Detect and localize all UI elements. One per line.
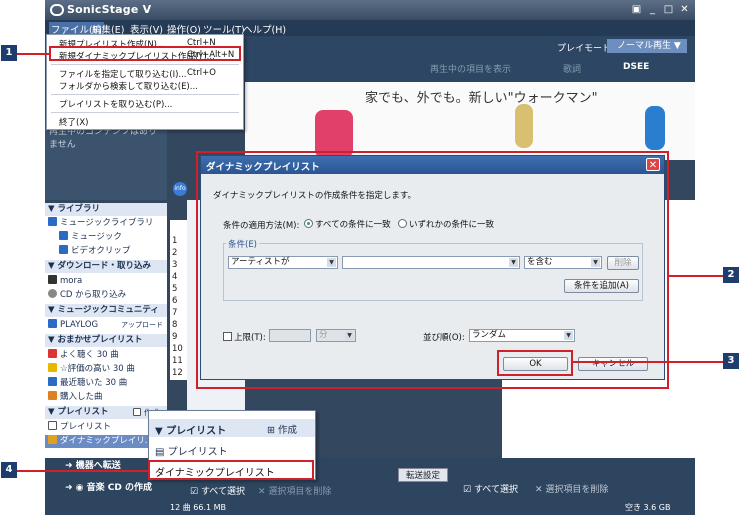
walkman-blue-image bbox=[645, 106, 665, 150]
popup-create-button[interactable]: ⊞ 作成 bbox=[267, 422, 297, 436]
maximize-button[interactable]: □ bbox=[662, 3, 675, 16]
mini-mode-icon[interactable]: ▣ bbox=[630, 3, 643, 16]
track-number: 2 bbox=[172, 248, 178, 258]
star-icon bbox=[48, 363, 57, 372]
show-playing-item-button[interactable]: 再生中の項目を表示 bbox=[430, 62, 511, 75]
title-bar: SonicStage V ▣ _ □ ✕ bbox=[45, 0, 695, 20]
playmode-value: ノーマル再生 bbox=[617, 41, 672, 51]
highlight-box-3 bbox=[497, 350, 573, 376]
playmode-select[interactable]: ノーマル再生 ▼ bbox=[607, 39, 687, 53]
track-number: 4 bbox=[172, 272, 178, 282]
playmode-label: プレイモード bbox=[557, 44, 612, 54]
sidebar-item-video[interactable]: ビデオクリップ bbox=[59, 245, 130, 258]
select-all-left-button[interactable]: ☑ すべて選択 bbox=[190, 484, 245, 497]
menu-item-exit[interactable]: 終了(X) bbox=[59, 116, 88, 128]
section-download[interactable]: ▼ ダウンロード・取り込み bbox=[45, 260, 167, 273]
highlight-box-2 bbox=[196, 151, 669, 389]
highlight-box-1 bbox=[49, 46, 241, 61]
sidebar-item-top-rated[interactable]: ☆評価の高い 30 曲 bbox=[48, 363, 135, 376]
menu-item-import-file[interactable]: ファイルを指定して取り込む(I)... bbox=[59, 68, 187, 80]
track-number: 5 bbox=[172, 284, 178, 294]
track-number: 11 bbox=[172, 356, 183, 366]
track-number-list: 1 2 3 4 5 6 7 8 9 10 11 12 bbox=[170, 220, 187, 380]
cd-icon bbox=[48, 289, 57, 298]
callout-2: 2 bbox=[723, 267, 739, 283]
callout-line-2 bbox=[669, 275, 723, 277]
track-number: 10 bbox=[172, 344, 183, 354]
upload-button[interactable]: アップロード bbox=[121, 319, 163, 332]
status-right: 空き 3.6 GB bbox=[625, 503, 671, 512]
select-all-right-button[interactable]: ☑ すべて選択 bbox=[463, 482, 518, 495]
dynamic-playlist-icon bbox=[48, 435, 57, 444]
app-title: SonicStage V bbox=[67, 3, 152, 16]
menu-item-import-playlist[interactable]: プレイリストを取り込む(P)... bbox=[59, 98, 172, 110]
track-number: 1 bbox=[172, 236, 178, 246]
sidebar-item-music[interactable]: ミュージック bbox=[59, 231, 122, 244]
popup-playlist-item[interactable]: ▤ プレイリスト bbox=[155, 443, 228, 458]
track-number: 9 bbox=[172, 332, 178, 342]
heart-icon bbox=[48, 349, 57, 358]
status-left: 12 曲 66.1 MB bbox=[170, 503, 227, 512]
section-omakase[interactable]: ▼ おまかせプレイリスト bbox=[45, 334, 167, 347]
track-number: 8 bbox=[172, 320, 178, 330]
menu-separator bbox=[51, 64, 239, 65]
music-note-icon bbox=[48, 217, 57, 226]
menu-separator bbox=[51, 112, 239, 113]
info-icon[interactable]: info bbox=[173, 182, 187, 196]
delete-selected-left-button[interactable]: ✕ 選択項目を削除 bbox=[258, 484, 331, 497]
new-playlist-icon bbox=[133, 408, 141, 416]
clock-icon bbox=[48, 377, 57, 386]
track-number: 7 bbox=[172, 308, 178, 318]
mora-icon bbox=[48, 275, 57, 284]
toolbar: プレイモード ノーマル再生 ▼ 再生中の項目を表示 歌詞 DSEE bbox=[245, 36, 695, 82]
transfer-settings-button[interactable]: 転送設定 bbox=[398, 468, 448, 482]
video-icon bbox=[59, 245, 68, 254]
callout-line-4 bbox=[17, 470, 148, 472]
lyrics-button[interactable]: 歌詞 bbox=[563, 62, 581, 75]
sidebar-item-cd-import[interactable]: CD から取り込み bbox=[48, 289, 126, 302]
menu-separator bbox=[51, 94, 239, 95]
delete-selected-right-button[interactable]: ✕ 選択項目を削除 bbox=[535, 482, 608, 495]
callout-3: 3 bbox=[723, 353, 739, 369]
highlight-box-4 bbox=[148, 460, 314, 480]
minimize-button[interactable]: _ bbox=[646, 3, 659, 16]
sonicstage-logo-icon bbox=[50, 4, 64, 16]
sidebar-item-recent[interactable]: 最近聴いた 30 曲 bbox=[48, 377, 127, 390]
sidebar-item-playlist[interactable]: プレイリスト bbox=[48, 421, 111, 434]
menu-help[interactable]: ヘルプ(H) bbox=[243, 22, 286, 36]
bottom-bar: ➜ 機器へ転送 ➜ ◉ 音楽 CD の作成 ☑ すべて選択 ✕ 選択項目を削除 … bbox=[45, 458, 695, 515]
menu-item-import-folder[interactable]: フォルダから検索して取り込む(E)... bbox=[59, 80, 198, 92]
section-community[interactable]: ▼ ミュージックコミュニティ bbox=[45, 304, 167, 317]
callout-1: 1 bbox=[1, 45, 17, 61]
sidebar-item-purchased[interactable]: 購入した曲 bbox=[48, 391, 103, 404]
create-audio-cd-button[interactable]: ➜ ◉ 音楽 CD の作成 bbox=[65, 480, 152, 493]
callout-line-1 bbox=[17, 53, 49, 55]
sidebar-item-music-library[interactable]: ミュージックライブラリ bbox=[48, 217, 153, 230]
callout-4: 4 bbox=[1, 462, 17, 478]
track-number: 3 bbox=[172, 260, 178, 270]
section-library[interactable]: ▼ ライブラリ bbox=[45, 203, 167, 216]
playlog-icon bbox=[48, 319, 57, 328]
ad-banner[interactable]: 家でも、外でも。新しい"ウォークマン" bbox=[245, 82, 695, 160]
now-playing-pane: 再生中のコンテンツはありません info bbox=[45, 120, 187, 200]
music-icon bbox=[59, 231, 68, 240]
playlist-icon bbox=[48, 421, 57, 430]
sidebar-item-mora[interactable]: mora bbox=[48, 275, 82, 288]
callout-line-3 bbox=[573, 361, 723, 363]
track-number: 6 bbox=[172, 296, 178, 306]
banner-text: 家でも、外でも。新しい"ウォークマン" bbox=[365, 91, 598, 106]
purchase-icon bbox=[48, 391, 57, 400]
shortcut-import-file: Ctrl+O bbox=[187, 68, 216, 78]
dsee-button[interactable]: DSEE bbox=[623, 62, 649, 72]
track-number: 12 bbox=[172, 368, 183, 378]
walkman-gold-image bbox=[515, 104, 533, 148]
sidebar-item-favorites[interactable]: よく聴く 30 曲 bbox=[48, 349, 119, 362]
sidebar-item-playlog[interactable]: PLAYLOG bbox=[48, 319, 98, 332]
close-button[interactable]: ✕ bbox=[678, 3, 691, 16]
